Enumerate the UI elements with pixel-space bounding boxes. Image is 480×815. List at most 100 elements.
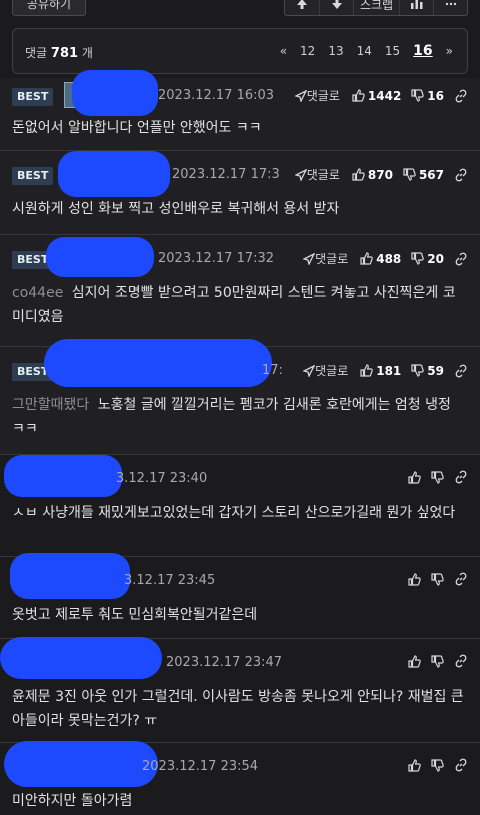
reply-label: 댓글로	[315, 252, 349, 266]
share-button[interactable]: 공유하기	[12, 0, 86, 16]
downvote-button[interactable]	[431, 758, 444, 772]
censor-blur	[72, 70, 158, 116]
comment-count: 댓글 781 개	[25, 44, 93, 61]
comment-body: 시원하게 성인 화보 찍고 성인배우로 복귀해서 용서 받자	[0, 195, 480, 233]
comment-timestamp: 17:	[262, 363, 283, 378]
reply-label: 댓글로	[306, 89, 340, 103]
best-comment: BEST 2023.12.17 17:32 댓글로 488 20 co44ee …	[0, 235, 480, 347]
comment-text: 윤제문 3진 아웃 인가 그럴건데. 이사람도 방송좀 못나오게 안되나? 재벌…	[12, 689, 464, 729]
upvote-button[interactable]	[408, 758, 421, 772]
upvote-count: 181	[376, 363, 402, 378]
downvote-count: 20	[427, 251, 444, 266]
comment-body: 옷벗고 제로투 춰도 민심회복안될거같은데	[0, 601, 480, 639]
comment-timestamp: 3.12.17 23:40	[116, 471, 208, 486]
reply-arrow-icon	[303, 364, 316, 377]
page-prev-button[interactable]: «	[280, 44, 287, 58]
page-link-15[interactable]: 15	[385, 44, 400, 58]
reply-mention[interactable]: co44ee	[12, 285, 63, 301]
page-link-12[interactable]: 12	[300, 44, 315, 58]
reply-label: 댓글로	[306, 168, 340, 182]
comment-body: ㅅㅂ 사냥개들 재밌게보고있었는데 갑자기 스토리 산으로가길래 뭔가 싶었다	[0, 499, 480, 537]
page-link-14[interactable]: 14	[357, 44, 372, 58]
censor-blur	[44, 339, 272, 387]
thumb-down-icon	[411, 89, 425, 102]
downvote-button[interactable]	[431, 470, 444, 484]
best-badge: BEST	[12, 88, 54, 106]
upvote-button[interactable]: 1442	[352, 89, 401, 103]
upvote-button[interactable]	[408, 470, 421, 484]
link-icon[interactable]	[454, 89, 468, 103]
comment-timestamp: 2023.12.17 23:47	[166, 655, 283, 670]
thumb-up-icon	[408, 758, 421, 772]
reply-button[interactable]: 댓글로	[294, 87, 340, 104]
comment-body: 윤제문 3진 아웃 인가 그럴건데. 이사람도 방송좀 못나오게 안되나? 재벌…	[0, 683, 480, 745]
upvote-button[interactable]	[408, 654, 421, 668]
link-icon[interactable]	[454, 758, 468, 772]
reply-mention[interactable]: 그만할때됐다	[12, 397, 89, 413]
thumb-down-icon	[411, 364, 425, 377]
link-icon[interactable]	[454, 470, 468, 484]
downvote-button[interactable]: 20	[411, 252, 444, 266]
reply-arrow-icon	[294, 89, 307, 102]
link-icon[interactable]	[454, 572, 468, 586]
scrap-button[interactable]: 스크랩	[353, 0, 399, 15]
comment: 3.12.17 23:45 옷벗고 제로투 춰도 민심회복안될거같은데	[0, 553, 480, 639]
page-link-13[interactable]: 13	[328, 44, 343, 58]
comment-text: 옷벗고 제로투 춰도 민심회복안될거같은데	[12, 607, 258, 623]
comment-actions	[408, 654, 468, 668]
comment-actions	[408, 758, 468, 772]
link-icon[interactable]	[454, 252, 468, 266]
censor-blur	[4, 741, 158, 787]
comment-actions: 댓글로 488 20	[303, 250, 468, 267]
reply-button[interactable]: 댓글로	[303, 250, 348, 267]
comment-actions: 댓글로 870 567	[294, 166, 468, 183]
censor-blur	[10, 553, 130, 599]
downvote-button[interactable]: 16	[411, 89, 444, 103]
reply-button[interactable]: 댓글로	[294, 166, 340, 183]
upvote-button[interactable]	[408, 572, 421, 586]
link-icon[interactable]	[454, 654, 468, 668]
thumb-up-icon	[408, 654, 421, 668]
comment-timestamp: 3.12.17 23:45	[124, 573, 216, 588]
more-button[interactable]	[433, 0, 467, 15]
link-icon[interactable]	[454, 168, 468, 182]
thumb-down-icon	[431, 572, 444, 586]
censor-blur	[58, 151, 170, 197]
reply-button[interactable]: 댓글로	[303, 362, 348, 379]
upvote-button[interactable]: 181	[360, 364, 401, 378]
downvote-button[interactable]: 567	[403, 168, 444, 182]
upvote-button[interactable]	[285, 0, 319, 15]
stats-button[interactable]	[399, 0, 433, 15]
downvote-button[interactable]	[431, 572, 444, 586]
page-link-current[interactable]: 16	[413, 43, 432, 59]
upvote-button[interactable]: 488	[360, 252, 401, 266]
comment-count-suffix: 개	[81, 46, 93, 60]
comment-text: 돈없어서 알바합니다 언플만 안했어도 ㅋㅋ	[12, 120, 262, 136]
best-comment: BEST 2023.12.17 17:3 댓글로 870 567 시원하게 성인…	[0, 151, 480, 235]
comment-body: 돈없어서 알바합니다 언플만 안했어도 ㅋㅋ	[0, 114, 480, 152]
comment-actions	[408, 470, 468, 484]
comment-timestamp: 2023.12.17 23:54	[142, 759, 259, 774]
upvote-button[interactable]: 870	[352, 168, 393, 182]
thumb-up-icon	[408, 470, 421, 484]
reply-label: 댓글로	[315, 364, 349, 378]
arrow-up-icon	[297, 0, 307, 9]
comment-count-value: 781	[50, 46, 79, 61]
thumb-up-icon	[408, 572, 421, 586]
thumb-down-icon	[403, 168, 416, 181]
downvote-count: 59	[427, 363, 444, 378]
link-icon[interactable]	[454, 364, 468, 378]
upvote-count: 870	[367, 167, 393, 182]
thumb-up-icon	[360, 364, 373, 377]
page-next-button[interactable]: »	[446, 44, 453, 58]
post-tool-group: 스크랩	[284, 0, 468, 16]
thumb-up-icon	[352, 89, 365, 102]
thumb-down-icon	[431, 470, 444, 484]
comment-text: ㅅㅂ 사냥개들 재밌게보고있었는데 갑자기 스토리 산으로가길래 뭔가 싶었다	[12, 505, 456, 521]
downvote-button[interactable]: 59	[411, 364, 444, 378]
best-comment: BEST 17: 댓글로 181 59 그만할때됐다 노홍철 글에 낄낄거리는 …	[0, 339, 480, 455]
best-badge: BEST	[12, 167, 54, 185]
arrow-down-icon	[331, 0, 342, 9]
downvote-button[interactable]	[319, 0, 353, 15]
downvote-button[interactable]	[431, 654, 444, 668]
